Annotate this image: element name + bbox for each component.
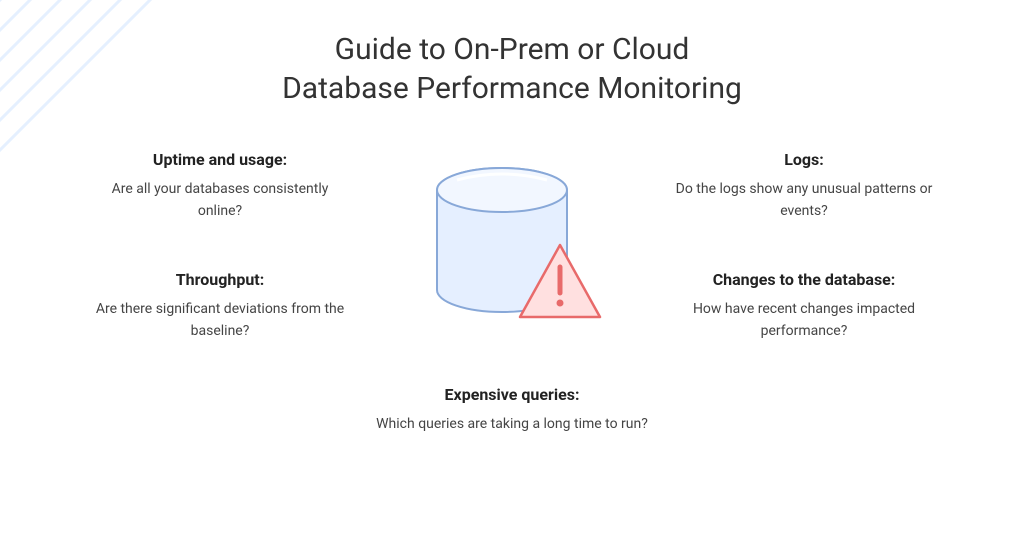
item-logs: Logs: Do the logs show any unusual patte… bbox=[674, 150, 934, 222]
item-changes: Changes to the database: How have recent… bbox=[674, 270, 934, 342]
item-queries-title: Expensive queries: bbox=[372, 385, 652, 404]
item-logs-title: Logs: bbox=[674, 150, 934, 169]
item-changes-title: Changes to the database: bbox=[674, 270, 934, 289]
item-throughput-title: Throughput: bbox=[90, 270, 350, 289]
item-changes-desc: How have recent changes impacted perform… bbox=[674, 299, 934, 342]
left-column: Uptime and usage: Are all your databases… bbox=[90, 150, 350, 391]
diagram-content: Uptime and usage: Are all your databases… bbox=[0, 150, 1024, 536]
item-uptime-desc: Are all your databases consistently onli… bbox=[90, 179, 350, 222]
item-queries-desc: Which queries are taking a long time to … bbox=[372, 414, 652, 436]
item-uptime-title: Uptime and usage: bbox=[90, 150, 350, 169]
item-uptime: Uptime and usage: Are all your databases… bbox=[90, 150, 350, 222]
title-line-2: Database Performance Monitoring bbox=[0, 69, 1024, 108]
item-logs-desc: Do the logs show any unusual patterns or… bbox=[674, 179, 934, 222]
page-title: Guide to On-Prem or Cloud Database Perfo… bbox=[0, 0, 1024, 108]
database-warning-icon bbox=[402, 150, 622, 370]
item-throughput: Throughput: Are there significant deviat… bbox=[90, 270, 350, 342]
item-throughput-desc: Are there significant deviations from th… bbox=[90, 299, 350, 342]
title-line-1: Guide to On-Prem or Cloud bbox=[0, 30, 1024, 69]
right-column: Logs: Do the logs show any unusual patte… bbox=[674, 150, 934, 391]
item-queries: Expensive queries: Which queries are tak… bbox=[372, 385, 652, 436]
